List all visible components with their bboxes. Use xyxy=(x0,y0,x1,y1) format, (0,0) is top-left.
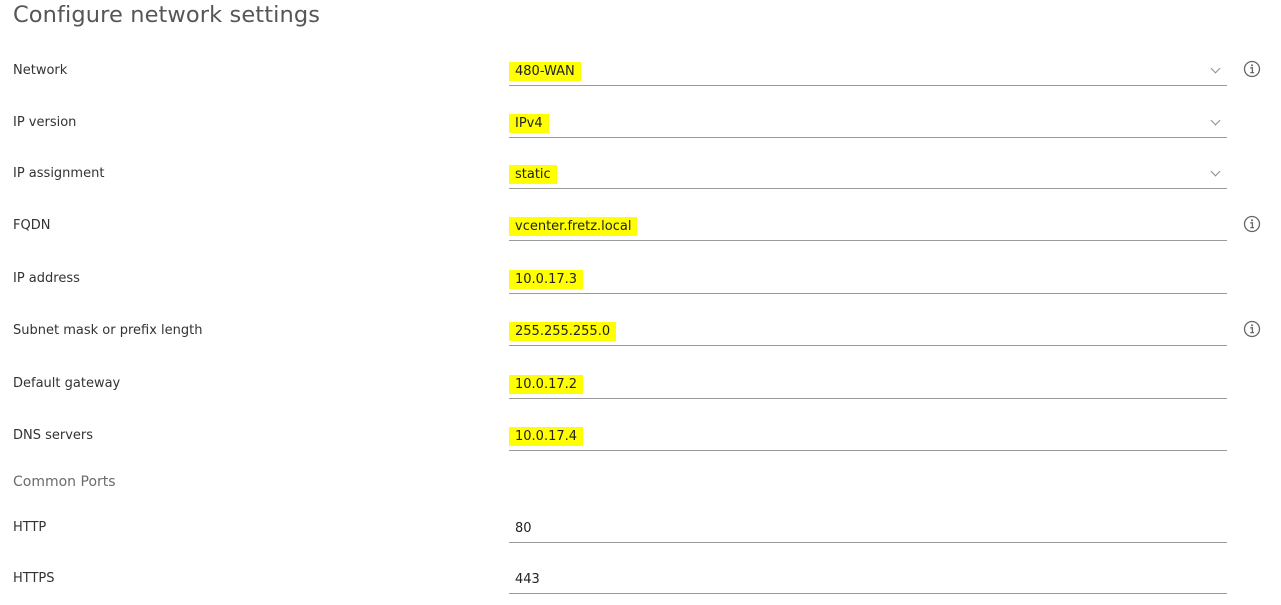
http-port-value: 80 xyxy=(515,521,532,536)
ip-version-value: IPv4 xyxy=(509,114,549,133)
dns-servers-value: 10.0.17.4 xyxy=(509,427,584,446)
network-value: 480-WAN xyxy=(509,62,581,81)
https-port-input[interactable]: 443 xyxy=(509,564,1227,594)
ip-assignment-select[interactable]: static xyxy=(509,159,1227,189)
page-title: Configure network settings xyxy=(13,2,321,28)
chevron-down-icon[interactable] xyxy=(1210,63,1221,74)
default-gateway-label: Default gateway xyxy=(13,376,121,391)
ip-address-label: IP address xyxy=(13,271,80,286)
info-icon[interactable] xyxy=(1243,215,1261,233)
form-row-subnet: Subnet mask or prefix length 255.255.255… xyxy=(0,316,1281,346)
default-gateway-value: 10.0.17.2 xyxy=(509,375,584,394)
network-label: Network xyxy=(13,63,68,78)
https-port-value: 443 xyxy=(515,572,540,587)
network-select[interactable]: 480-WAN xyxy=(509,56,1227,86)
form-row-default-gateway: Default gateway 10.0.17.2 xyxy=(0,369,1281,399)
form-row-dns-servers: DNS servers 10.0.17.4 xyxy=(0,421,1281,451)
chevron-down-icon[interactable] xyxy=(1210,166,1221,177)
default-gateway-input[interactable]: 10.0.17.2 xyxy=(509,369,1227,399)
chevron-down-icon[interactable] xyxy=(1210,115,1221,126)
subnet-label: Subnet mask or prefix length xyxy=(13,323,203,338)
fqdn-label: FQDN xyxy=(13,218,51,233)
form-row-ip-address: IP address 10.0.17.3 xyxy=(0,264,1281,294)
dns-servers-input[interactable]: 10.0.17.4 xyxy=(509,421,1227,451)
subnet-value: 255.255.255.0 xyxy=(509,322,617,341)
ip-version-label: IP version xyxy=(13,115,77,130)
fqdn-value: vcenter.fretz.local xyxy=(509,217,638,236)
form-row-http: HTTP 80 xyxy=(0,513,1281,543)
form-row-ip-version: IP version IPv4 xyxy=(0,108,1281,138)
info-icon[interactable] xyxy=(1243,320,1261,338)
form-row-ip-assignment: IP assignment static xyxy=(0,159,1281,189)
ip-address-value: 10.0.17.3 xyxy=(509,270,584,289)
http-port-input[interactable]: 80 xyxy=(509,513,1227,543)
ip-address-input[interactable]: 10.0.17.3 xyxy=(509,264,1227,294)
http-label: HTTP xyxy=(13,520,47,535)
form-row-network: Network 480-WAN xyxy=(0,56,1281,86)
https-label: HTTPS xyxy=(13,571,55,586)
subnet-input[interactable]: 255.255.255.0 xyxy=(509,316,1227,346)
ip-version-select[interactable]: IPv4 xyxy=(509,108,1227,138)
dns-servers-label: DNS servers xyxy=(13,428,94,443)
info-icon[interactable] xyxy=(1243,60,1261,78)
ip-assignment-value: static xyxy=(509,165,557,184)
form-row-fqdn: FQDN vcenter.fretz.local xyxy=(0,211,1281,241)
ip-assignment-label: IP assignment xyxy=(13,166,105,181)
form-row-https: HTTPS 443 xyxy=(0,564,1281,594)
fqdn-input[interactable]: vcenter.fretz.local xyxy=(509,211,1227,241)
common-ports-heading: Common Ports xyxy=(13,474,116,490)
